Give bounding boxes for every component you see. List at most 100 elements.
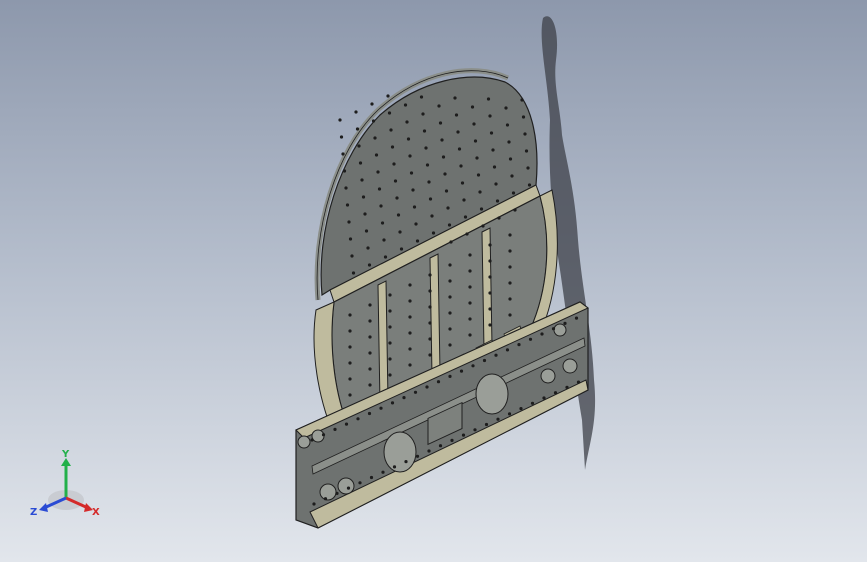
rivet <box>387 111 392 115</box>
orientation-triad[interactable]: Y X Z <box>26 448 106 528</box>
rivet <box>367 411 372 416</box>
rivet <box>408 315 412 319</box>
rivet <box>488 307 492 311</box>
rivet <box>513 208 517 212</box>
rivet <box>489 131 494 135</box>
rivet <box>388 293 392 297</box>
rivet <box>389 128 393 132</box>
rivet <box>510 174 514 178</box>
rivet <box>388 357 392 361</box>
rivet <box>415 454 420 458</box>
rivet <box>448 295 452 299</box>
rivet <box>497 216 501 220</box>
rivet <box>310 438 314 442</box>
rivet <box>478 190 482 194</box>
rivet <box>484 422 489 427</box>
rivet <box>388 309 392 313</box>
rivet <box>408 283 412 287</box>
rivet <box>371 119 376 123</box>
rivet <box>358 161 363 165</box>
rivet <box>507 140 511 144</box>
rivet <box>412 205 417 209</box>
rivet <box>444 189 449 193</box>
rivet <box>373 136 377 140</box>
rivet <box>471 364 475 368</box>
rivet <box>530 401 535 405</box>
rivet <box>463 215 468 219</box>
rivet <box>408 347 412 351</box>
rivet <box>462 198 466 202</box>
graphics-viewport[interactable]: Y X Z <box>0 0 867 562</box>
rivet <box>563 321 567 325</box>
rivet <box>368 335 372 339</box>
rivet <box>527 183 532 187</box>
rivet <box>321 433 326 437</box>
rivet <box>511 191 516 195</box>
rivet <box>428 337 432 341</box>
rivet <box>388 341 392 345</box>
rivet <box>408 299 412 303</box>
rivet <box>488 275 492 279</box>
z-arrow-icon <box>39 503 48 512</box>
rivet <box>369 475 374 480</box>
rivet <box>403 103 408 107</box>
rivet <box>348 313 352 317</box>
rivet <box>454 113 459 117</box>
rivet <box>526 166 530 170</box>
rivet <box>419 95 424 99</box>
rivet <box>528 337 533 341</box>
rivet <box>481 224 485 228</box>
rivet <box>424 146 428 150</box>
rivet <box>504 106 508 110</box>
rivet <box>488 291 492 295</box>
cad-model-bulkhead[interactable] <box>0 0 867 562</box>
rivet <box>431 231 436 235</box>
rivet <box>468 269 472 273</box>
rivet <box>366 246 370 250</box>
rivet <box>368 367 372 371</box>
rivet <box>404 460 408 464</box>
rivet <box>421 112 425 116</box>
rivet <box>428 289 432 293</box>
rivet <box>430 214 434 218</box>
rivet <box>428 353 432 357</box>
rivet <box>448 374 452 378</box>
rivet <box>383 255 388 259</box>
rivet <box>574 316 579 320</box>
rivet <box>517 343 521 347</box>
rivet <box>382 238 386 242</box>
rivet <box>576 380 581 384</box>
rivet <box>406 137 411 141</box>
rivet <box>459 164 463 168</box>
rivet <box>443 172 447 176</box>
rivet <box>312 502 316 506</box>
rivet <box>348 361 352 365</box>
rivet <box>345 203 350 207</box>
rivet <box>491 148 495 152</box>
rivet <box>495 199 500 203</box>
rivet <box>386 94 390 98</box>
rivet <box>456 130 460 134</box>
rivet <box>402 396 406 400</box>
rivet <box>508 233 512 237</box>
rivet <box>448 327 452 331</box>
rivet <box>488 114 492 118</box>
rivet <box>425 385 429 389</box>
rivet <box>392 465 397 469</box>
rivet <box>461 433 466 437</box>
rivet <box>508 313 512 317</box>
rivet <box>436 380 441 384</box>
rivet <box>348 345 352 349</box>
rivet <box>348 393 352 397</box>
rivet <box>459 369 464 373</box>
rivet <box>553 391 558 395</box>
rivet <box>408 331 412 335</box>
rivet <box>379 204 383 208</box>
rivet <box>348 377 352 381</box>
rivet <box>374 153 379 157</box>
rivet <box>346 486 351 490</box>
rivet <box>357 144 361 148</box>
rivet <box>524 149 529 153</box>
rivet <box>411 188 415 192</box>
x-axis-label: X <box>92 507 100 518</box>
